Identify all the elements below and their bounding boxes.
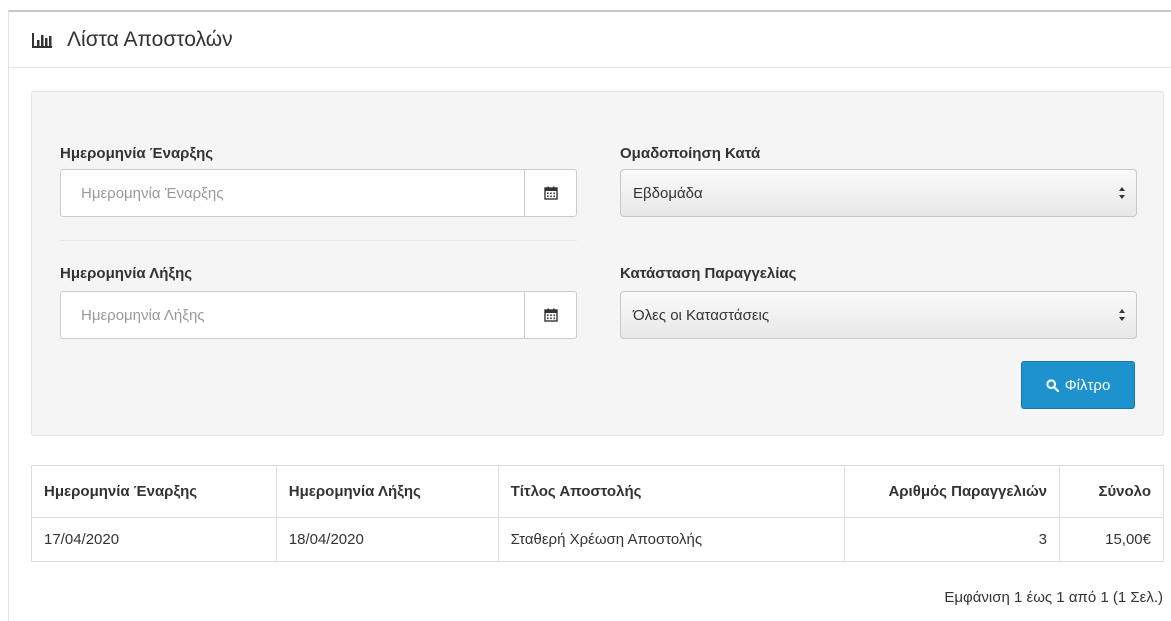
table-row: 17/04/2020 18/04/2020 Σταθερή Χρέωση Απο… — [31, 517, 1164, 562]
cell-total: 15,00€ — [1059, 517, 1164, 562]
search-icon — [1046, 378, 1059, 392]
page-title: Λίστα Αποστολών — [67, 27, 233, 51]
group-by-selected: Εβδομάδα — [633, 184, 703, 202]
start-date-calendar-button[interactable] — [524, 169, 577, 217]
divider — [60, 240, 577, 241]
end-date-label: Ημερομηνία Λήξης — [60, 265, 193, 282]
select-arrows-icon — [1119, 187, 1125, 199]
start-date-input[interactable] — [60, 169, 524, 217]
column-header-order-count[interactable]: Αριθμός Παραγγελιών — [844, 465, 1061, 518]
column-header-shipping-title[interactable]: Τίτλος Αποστολής — [497, 465, 846, 518]
bar-chart-icon — [31, 31, 53, 49]
cell-end-date: 18/04/2020 — [275, 517, 499, 562]
group-by-label: Ομαδοποίηση Κατά — [620, 145, 761, 162]
calendar-icon — [543, 186, 558, 200]
end-date-input[interactable] — [60, 291, 524, 339]
cell-start-date: 17/04/2020 — [31, 517, 277, 562]
end-date-group — [60, 291, 577, 339]
end-date-calendar-button[interactable] — [524, 291, 577, 339]
filter-button-label: Φίλτρο — [1064, 376, 1111, 394]
order-status-select[interactable]: Όλες οι Καταστάσεις — [620, 291, 1137, 339]
shipping-report-panel: Λίστα Αποστολών Ημερομηνία Έναρξης Ομαδο… — [8, 10, 1171, 621]
filter-button[interactable]: Φίλτρο — [1021, 361, 1135, 409]
pagination-info: Εμφάνιση 1 έως 1 από 1 (1 Σελ.) — [944, 589, 1163, 606]
group-by-select[interactable]: Εβδομάδα — [620, 169, 1137, 217]
order-status-selected: Όλες οι Καταστάσεις — [633, 306, 770, 324]
filter-panel: Ημερομηνία Έναρξης Ομαδοποίηση Κατά Εβδο… — [31, 91, 1164, 436]
order-status-label: Κατάσταση Παραγγελίας — [620, 265, 797, 282]
column-header-end-date[interactable]: Ημερομηνία Λήξης — [275, 465, 499, 518]
column-header-total[interactable]: Σύνολο — [1059, 465, 1164, 518]
column-header-start-date[interactable]: Ημερομηνία Έναρξης — [31, 465, 277, 518]
cell-order-count: 3 — [844, 517, 1061, 562]
start-date-label: Ημερομηνία Έναρξης — [60, 145, 214, 162]
calendar-icon — [543, 308, 558, 322]
panel-heading: Λίστα Αποστολών — [9, 12, 1171, 68]
table-header-row: Ημερομηνία Έναρξης Ημερομηνία Λήξης Τίτλ… — [31, 465, 1164, 518]
shipping-report-table: Ημερομηνία Έναρξης Ημερομηνία Λήξης Τίτλ… — [31, 465, 1164, 562]
cell-shipping-title: Σταθερή Χρέωση Αποστολής — [497, 517, 846, 562]
select-arrows-icon — [1119, 309, 1125, 321]
start-date-group — [60, 169, 577, 217]
